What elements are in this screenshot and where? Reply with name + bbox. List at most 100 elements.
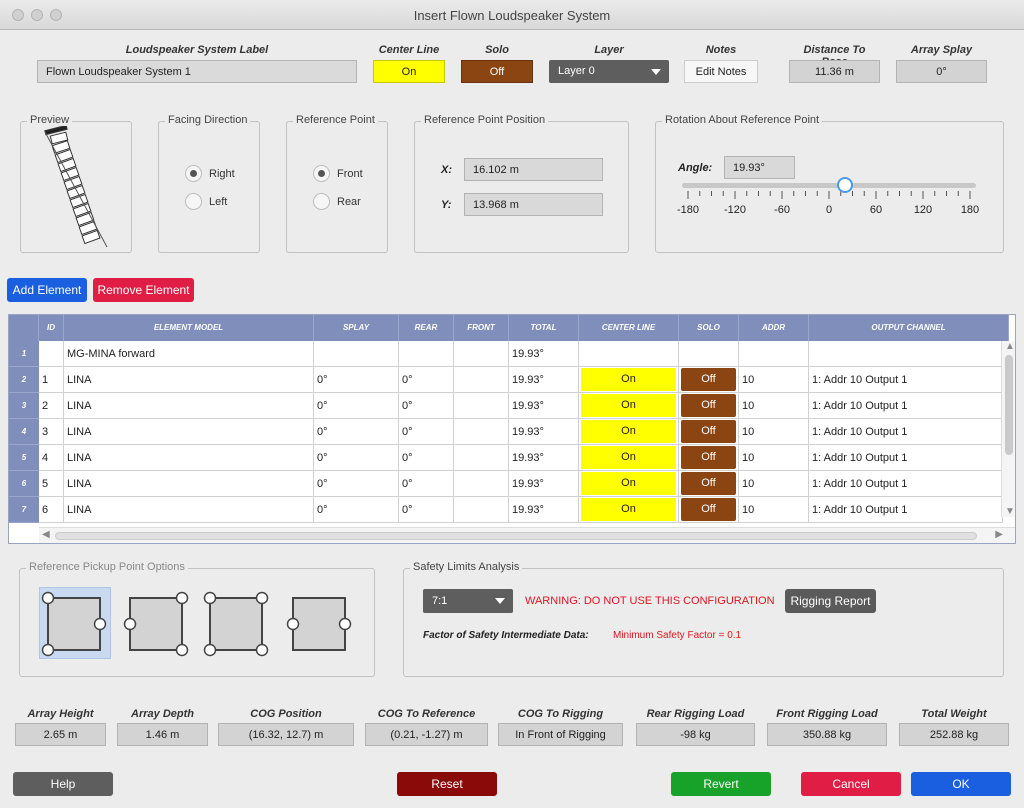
cell-model[interactable]: LINA — [64, 393, 314, 419]
cell-center[interactable]: On — [579, 367, 679, 393]
cell-total[interactable]: 19.93° — [509, 393, 579, 419]
cell-output[interactable]: 1: Addr 10 Output 1 — [809, 393, 1003, 419]
solo-toggle[interactable]: Off — [681, 446, 736, 469]
cell-front[interactable] — [454, 341, 509, 367]
angle-slider[interactable]: -180 -120 -60 0 60 120 180 — [677, 174, 979, 224]
header-id[interactable]: ID — [39, 315, 64, 341]
ok-button[interactable]: OK — [911, 772, 1011, 796]
solo-toggle[interactable]: Off — [681, 394, 736, 417]
cell-center[interactable]: On — [579, 497, 679, 523]
safety-ratio-select[interactable]: 7:1 — [423, 589, 513, 613]
x-position-input[interactable]: 16.102 m — [464, 158, 603, 181]
pickup-option-3[interactable] — [209, 597, 263, 651]
cell-output[interactable] — [809, 341, 1003, 367]
cell-model[interactable]: LINA — [64, 367, 314, 393]
cell-id[interactable]: 2 — [39, 393, 64, 419]
solo-toggle[interactable]: Off — [681, 420, 736, 443]
cell-splay[interactable]: 0° — [314, 471, 399, 497]
cell-total[interactable]: 19.93° — [509, 367, 579, 393]
cell-output[interactable]: 1: Addr 10 Output 1 — [809, 419, 1003, 445]
cell-id[interactable]: 4 — [39, 445, 64, 471]
center-line-toggle[interactable]: On — [581, 368, 676, 391]
cell-output[interactable]: 1: Addr 10 Output 1 — [809, 445, 1003, 471]
reference-rear-radio[interactable]: Rear — [313, 193, 361, 211]
cell-solo[interactable]: Off — [679, 367, 739, 393]
header-total[interactable]: TOTAL — [509, 315, 579, 341]
solo-toggle[interactable]: Off — [681, 472, 736, 495]
center-line-toggle[interactable]: On — [581, 472, 676, 495]
cell-addr[interactable]: 10 — [739, 445, 809, 471]
cell-total[interactable]: 19.93° — [509, 445, 579, 471]
cell-front[interactable] — [454, 445, 509, 471]
pickup-option-4[interactable] — [292, 597, 346, 651]
cell-solo[interactable]: Off — [679, 497, 739, 523]
remove-element-button[interactable]: Remove Element — [93, 278, 194, 302]
add-element-button[interactable]: Add Element — [7, 278, 87, 302]
cell-rear[interactable]: 0° — [399, 419, 454, 445]
cell-model[interactable]: LINA — [64, 419, 314, 445]
cell-center[interactable]: On — [579, 393, 679, 419]
y-position-input[interactable]: 13.968 m — [464, 193, 603, 216]
cell-total[interactable]: 19.93° — [509, 341, 579, 367]
header-addr[interactable]: ADDR — [739, 315, 809, 341]
cell-center[interactable]: On — [579, 419, 679, 445]
header-output-channel[interactable]: OUTPUT CHANNEL — [809, 315, 1009, 341]
cell-model[interactable]: LINA — [64, 445, 314, 471]
cell-rear[interactable]: 0° — [399, 445, 454, 471]
center-line-toggle[interactable]: On — [373, 60, 445, 83]
solo-toggle[interactable]: Off — [461, 60, 533, 83]
cell-solo[interactable] — [679, 341, 739, 367]
solo-toggle[interactable]: Off — [681, 498, 736, 521]
cell-model[interactable]: LINA — [64, 497, 314, 523]
table-row[interactable]: 2 1 LINA 0° 0° 19.93° On Off 10 1: Addr 10 Output… — [9, 367, 1003, 393]
cell-splay[interactable]: 0° — [314, 445, 399, 471]
center-line-toggle[interactable]: On — [581, 394, 676, 417]
table-row[interactable]: 6 5 LINA 0° 0° 19.93° On Off 10 1: Addr 10 Output… — [9, 471, 1003, 497]
table-row[interactable]: 3 2 LINA 0° 0° 19.93° On Off 10 1: Addr 10 Output… — [9, 393, 1003, 419]
header-element-model[interactable]: ELEMENT MODEL — [64, 315, 314, 341]
facing-left-radio[interactable]: Left — [185, 193, 227, 211]
system-label-input[interactable]: Flown Loudspeaker System 1 — [37, 60, 357, 83]
cell-total[interactable]: 19.93° — [509, 471, 579, 497]
slider-thumb[interactable] — [836, 177, 853, 193]
pickup-option-1[interactable] — [47, 597, 101, 651]
center-line-toggle[interactable]: On — [581, 420, 676, 443]
cell-solo[interactable]: Off — [679, 419, 739, 445]
cancel-button[interactable]: Cancel — [801, 772, 901, 796]
cell-id[interactable] — [39, 341, 64, 367]
cell-total[interactable]: 19.93° — [509, 419, 579, 445]
rigging-report-button[interactable]: Rigging Report — [785, 589, 876, 613]
reset-button[interactable]: Reset — [397, 772, 497, 796]
cell-output[interactable]: 1: Addr 10 Output 1 — [809, 367, 1003, 393]
center-line-toggle[interactable]: On — [581, 446, 676, 469]
header-front[interactable]: FRONT — [454, 315, 509, 341]
edit-notes-button[interactable]: Edit Notes — [684, 60, 758, 83]
horizontal-scroll-thumb[interactable] — [55, 532, 977, 540]
cell-id[interactable]: 1 — [39, 367, 64, 393]
cell-splay[interactable]: 0° — [314, 367, 399, 393]
scroll-left-icon[interactable]: ◀ — [42, 529, 50, 540]
revert-button[interactable]: Revert — [671, 772, 771, 796]
header-solo[interactable]: SOLO — [679, 315, 739, 341]
table-horizontal-scrollbar[interactable]: ◀ ▶ — [39, 527, 1015, 543]
reference-front-radio[interactable]: Front — [313, 165, 363, 183]
cell-output[interactable]: 1: Addr 10 Output 1 — [809, 471, 1003, 497]
scroll-right-icon[interactable]: ▶ — [995, 529, 1003, 540]
table-vertical-scrollbar[interactable]: ▲ ▼ — [1001, 341, 1015, 517]
help-button[interactable]: Help — [13, 772, 113, 796]
cell-addr[interactable]: 10 — [739, 497, 809, 523]
cell-splay[interactable]: 0° — [314, 497, 399, 523]
cell-solo[interactable]: Off — [679, 445, 739, 471]
cell-splay[interactable]: 0° — [314, 419, 399, 445]
table-row[interactable]: 1 MG-MINA forward 19.93° — [9, 341, 1003, 367]
cell-splay[interactable] — [314, 341, 399, 367]
cell-addr[interactable]: 10 — [739, 393, 809, 419]
cell-total[interactable]: 19.93° — [509, 497, 579, 523]
cell-rear[interactable]: 0° — [399, 471, 454, 497]
header-rear[interactable]: REAR — [399, 315, 454, 341]
cell-addr[interactable]: 10 — [739, 367, 809, 393]
cell-front[interactable] — [454, 471, 509, 497]
cell-rear[interactable]: 0° — [399, 393, 454, 419]
facing-right-radio[interactable]: Right — [185, 165, 235, 183]
cell-id[interactable]: 6 — [39, 497, 64, 523]
